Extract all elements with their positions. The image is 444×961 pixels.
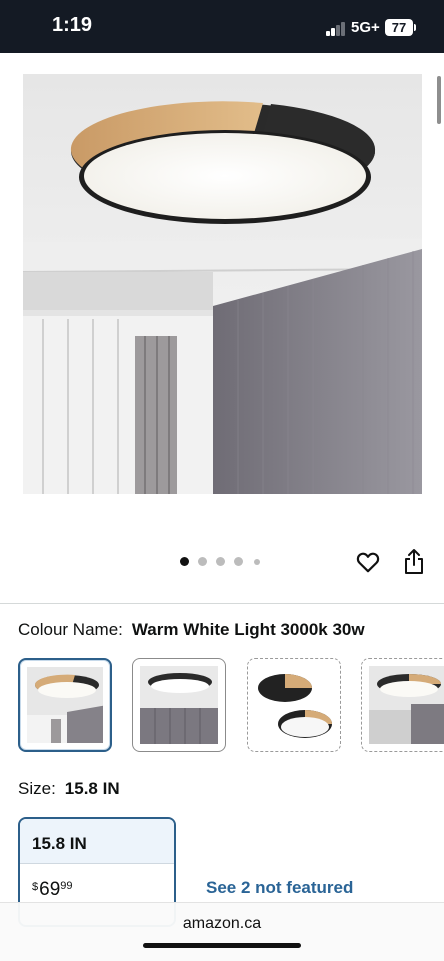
browser-address-bar[interactable]: amazon.ca	[0, 902, 444, 961]
pagination-dot-active[interactable]	[180, 557, 189, 566]
status-bar: 1:19 5G+ 77	[0, 0, 444, 53]
home-indicator[interactable]	[143, 943, 301, 948]
colour-value: Warm White Light 3000k 30w	[131, 620, 365, 639]
price-currency: $	[32, 881, 39, 893]
swatch-thumbnail	[140, 666, 218, 744]
colour-option-4[interactable]	[361, 658, 444, 752]
network-label: 5G+	[351, 19, 380, 36]
colour-option-3[interactable]	[247, 658, 341, 752]
signal-icon	[326, 22, 346, 36]
price-fraction: 99	[60, 880, 73, 892]
colour-name-row: Colour Name: Warm White Light 3000k 30w	[18, 620, 365, 640]
heart-icon[interactable]	[355, 549, 381, 575]
pagination-dot[interactable]	[254, 559, 260, 565]
price: $6999	[32, 879, 73, 901]
colour-option-2[interactable]	[132, 658, 226, 752]
share-icon[interactable]	[402, 548, 426, 576]
see-not-featured-link[interactable]: See 2 not featured	[206, 878, 353, 898]
size-label: Size:	[18, 779, 56, 798]
colour-label: Colour Name:	[18, 620, 123, 639]
swatch-thumbnail	[369, 666, 444, 744]
scroll-indicator[interactable]	[437, 76, 441, 124]
swatch-thumbnail	[255, 666, 333, 744]
divider	[0, 603, 444, 604]
swatch-thumbnail	[27, 667, 103, 743]
url-text[interactable]: amazon.ca	[0, 915, 444, 933]
battery-icon: 77	[385, 19, 413, 36]
pagination-dot[interactable]	[216, 557, 225, 566]
size-row: Size: 15.8 IN	[18, 779, 120, 799]
pagination-dot[interactable]	[198, 557, 207, 566]
size-value: 15.8 IN	[64, 779, 120, 798]
price-whole: 69	[39, 879, 61, 900]
status-time: 1:19	[52, 14, 93, 36]
pagination-dot[interactable]	[234, 557, 243, 566]
battery-tip	[414, 24, 416, 31]
product-image[interactable]	[23, 74, 422, 494]
size-card-title: 15.8 IN	[32, 834, 87, 853]
ceiling-light-photo	[23, 74, 422, 494]
colour-option-1[interactable]	[18, 658, 112, 752]
size-card-header: 15.8 IN	[20, 819, 174, 864]
